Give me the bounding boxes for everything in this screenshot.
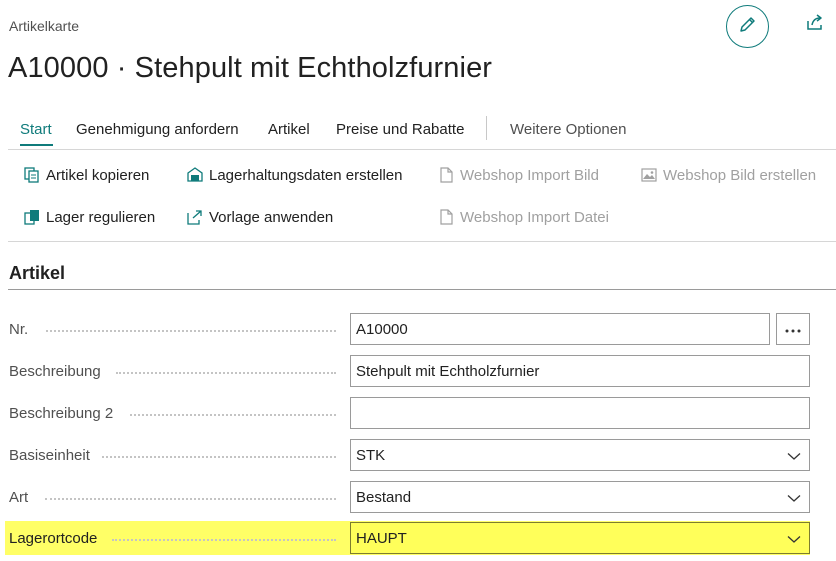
actions-divider [8, 241, 836, 242]
action-label: Webshop Bild erstellen [663, 166, 817, 184]
action-label: Artikel kopieren [46, 166, 150, 184]
tab-separator [486, 116, 487, 140]
lager-regulieren-action[interactable]: Lager regulieren [23, 208, 155, 226]
field-label: Beschreibung 2 [9, 405, 114, 422]
edit-button[interactable] [726, 5, 769, 48]
field-label: Beschreibung [9, 363, 101, 380]
chevron-down-icon [787, 449, 801, 463]
vorlage-anwenden-action[interactable]: Vorlage anwenden [186, 208, 333, 226]
ellipsis-icon [785, 320, 801, 338]
pencil-icon [738, 14, 758, 39]
leader-dots [102, 456, 336, 458]
lagerhaltungsdaten-erstellen-action[interactable]: Lagerhaltungsdaten erstellen [186, 166, 402, 184]
field-beschreibung: Beschreibung Stehpult mit Echtholzfurnie… [0, 355, 836, 389]
warehouse-icon [186, 166, 204, 184]
field-basiseinheit: Basiseinheit STK [0, 439, 836, 473]
active-tab-indicator [20, 144, 53, 146]
leader-dots [130, 414, 336, 416]
tab-genehmigung-anfordern[interactable]: Genehmigung anfordern [76, 121, 239, 138]
beschreibung-2-input[interactable] [350, 397, 810, 429]
select-value: STK [356, 447, 386, 464]
field-label: Lagerortcode [9, 530, 98, 547]
field-label: Art [9, 489, 29, 506]
apply-template-icon [186, 208, 204, 226]
webshop-import-datei-action[interactable]: Webshop Import Datei [437, 208, 609, 226]
lookup-button[interactable] [776, 313, 810, 345]
webshop-import-bild-action[interactable]: Webshop Import Bild [437, 166, 599, 184]
copy-icon [23, 166, 41, 184]
action-label: Lager regulieren [46, 208, 156, 226]
tabs-divider [8, 149, 836, 150]
field-art: Art Bestand [0, 481, 836, 515]
select-value: Bestand [356, 489, 412, 506]
chevron-down-icon [787, 491, 801, 505]
image-icon [640, 166, 658, 184]
field-nr: Nr. A10000 [0, 313, 836, 347]
tab-start[interactable]: Start [20, 121, 52, 138]
webshop-bild-erstellen-action[interactable]: Webshop Bild erstellen [640, 166, 816, 184]
share-icon [805, 12, 825, 37]
adjust-inventory-icon [23, 208, 41, 226]
document-icon [437, 166, 455, 184]
select-value: HAUPT [356, 530, 407, 547]
action-tabs: Start Genehmigung anfordern Artikel Prei… [8, 116, 834, 146]
nr-input[interactable]: A10000 [350, 313, 770, 345]
action-label: Webshop Import Datei [460, 208, 609, 226]
action-label: Lagerhaltungsdaten erstellen [209, 166, 403, 184]
basiseinheit-select[interactable]: STK [350, 439, 810, 471]
field-lagerortcode: Lagerortcode HAUPT [0, 522, 836, 556]
artikel-kopieren-action[interactable]: Artikel kopieren [23, 166, 149, 184]
field-label: Nr. [9, 321, 29, 338]
leader-dots [112, 539, 336, 541]
section-title: Artikel [9, 263, 66, 283]
field-beschreibung-2: Beschreibung 2 [0, 397, 836, 431]
beschreibung-input[interactable]: Stehpult mit Echtholzfurnier [350, 355, 810, 387]
leader-dots [45, 498, 336, 500]
field-label: Basiseinheit [9, 447, 90, 464]
lagerortcode-select[interactable]: HAUPT [350, 522, 810, 554]
document-icon [437, 208, 455, 226]
leader-dots [116, 372, 336, 374]
art-select[interactable]: Bestand [350, 481, 810, 513]
share-button[interactable] [803, 12, 827, 36]
chevron-down-icon [787, 532, 801, 546]
leader-dots [46, 330, 336, 332]
action-label: Vorlage anwenden [209, 208, 334, 226]
page-title: A10000 · Stehpult mit Echtholzfurnier [8, 52, 493, 84]
action-label: Webshop Import Bild [460, 166, 599, 184]
tab-weitere-optionen[interactable]: Weitere Optionen [510, 121, 626, 138]
section-divider [8, 289, 836, 290]
tab-artikel[interactable]: Artikel [268, 121, 310, 138]
tab-preise-und-rabatte[interactable]: Preise und Rabatte [336, 121, 464, 138]
page-caption: Artikelkarte [9, 18, 80, 34]
